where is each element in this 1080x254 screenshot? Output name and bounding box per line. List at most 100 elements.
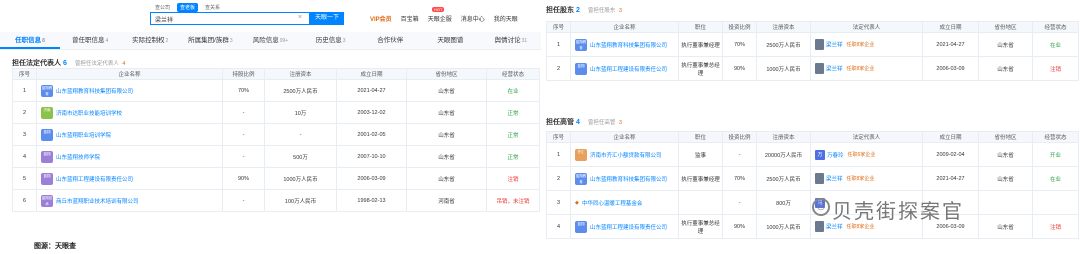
tab-item[interactable]: 任职信息8 — [0, 32, 61, 49]
status-badge: 在业 — [1032, 32, 1079, 57]
tab-count: 2 — [165, 38, 169, 44]
person-link[interactable]: 梁兰祥 — [826, 67, 843, 73]
founded-date: 2006-03-09 — [922, 56, 979, 81]
executive-title: 担任高管 4 曾担任高管 3 — [546, 119, 622, 126]
search-tabs: 查公司 查老板 查关系 — [152, 3, 223, 12]
search-tab[interactable]: 查关系 — [202, 3, 223, 12]
tab-count: 8 — [42, 38, 45, 44]
tab-item[interactable]: 历史信息3 — [301, 32, 361, 49]
company-cell: 蓝翔山东蓝翔工程建设有限责任公司 — [570, 214, 679, 239]
registered-capital: 10万 — [264, 101, 337, 124]
column-header: 注册资本 — [264, 68, 337, 80]
company-name-link[interactable]: 山东蓝翔教育科技集团有限公司 — [56, 89, 133, 95]
company-name-link[interactable]: 济南市达职业技能培训学校 — [56, 111, 122, 117]
vip-link[interactable]: VIP会员 — [370, 14, 392, 23]
column-header: 经营状态 — [1032, 21, 1079, 33]
invest-ratio: 70% — [722, 32, 757, 57]
tab-item[interactable]: 天眼图谱 — [421, 32, 481, 49]
founded-date: 2009-02-04 — [922, 142, 979, 167]
company-cell: ◆ 中华同心温暖工程基金会 — [570, 190, 679, 215]
company-logo: 济南 — [41, 106, 53, 119]
tab-item[interactable]: 实际控制权2 — [120, 32, 180, 49]
tab-item[interactable]: 风险信息99+ — [240, 32, 300, 49]
column-header: 成立日期 — [336, 68, 407, 80]
registered-capital: 2500万人民币 — [264, 79, 337, 102]
main-tabs: 任职信息8 曾任职信息4 实际控制权2 所属集团/族群3 风险信息99+ 历史信息3 合作伙… — [0, 32, 541, 50]
tab-item[interactable]: 合作伙伴 — [361, 32, 421, 49]
position: 执行董事兼经理 — [678, 166, 723, 191]
company-cell: 蓝翔技术 商丘市蓝翔职业技术培训有限公司 — [36, 189, 223, 212]
company-cell: 济南济南市达职业技能培训学校 — [36, 101, 223, 124]
founded-date: 2001-02-05 — [336, 123, 407, 146]
row-number: 3 — [12, 123, 37, 146]
table-row: 1 蓝翔教育 山东蓝翔教育科技集团有限公司 70% 2500万人民币 2021-04-27… — [12, 79, 540, 102]
column-header: 省份地区 — [978, 131, 1033, 143]
row-number: 4 — [12, 145, 37, 168]
nav-item-qifu[interactable]: 天眼企服 — [428, 14, 452, 23]
avatar — [815, 39, 824, 50]
clear-icon[interactable]: × — [298, 14, 302, 21]
status-badge: 注销 — [486, 167, 540, 190]
company-name-link[interactable]: 山东蓝翔工程建设有限责任公司 — [56, 177, 133, 183]
position-count-link[interactable]: 任职8家企业 — [847, 42, 875, 48]
nav-item-my-tianyan[interactable]: 我的天眼 — [494, 14, 518, 23]
column-header: 成立日期 — [922, 131, 979, 143]
search-input[interactable]: 梁兰祥 — [150, 12, 310, 25]
status-badge: 在业 — [1032, 166, 1079, 191]
person-link[interactable]: 万春玲 — [827, 153, 844, 159]
former-shareholder-link[interactable]: 曾担任股东 3 — [588, 8, 622, 14]
position-count-link[interactable]: 任职6家企业 — [848, 152, 876, 158]
company-logo: 蓝翔 — [41, 128, 53, 141]
search-button[interactable]: 天眼一下 — [310, 12, 344, 25]
position-count-link[interactable]: 任职8家企业 — [847, 224, 875, 230]
company-logo: 蓝翔教育 — [575, 172, 587, 185]
company-logo: 蓝翔 — [575, 220, 587, 233]
table-row: 2 蓝翔教育 山东蓝翔教育科技集团有限公司 执行董事兼经理 70% 2500万人民币 梁兰祥… — [546, 166, 1079, 191]
nav-item-messages[interactable]: 消息中心 — [461, 14, 485, 23]
former-legal-rep-link[interactable]: 曾担任法定代表人 4 — [75, 61, 126, 67]
company-name-link[interactable]: 山东蓝翔教育科技集团有限公司 — [590, 43, 667, 49]
search-tab[interactable]: 查公司 — [152, 3, 173, 12]
company-name-link[interactable]: 山东蓝翔职业培训学院 — [56, 133, 111, 139]
person-link[interactable]: 梁兰祥 — [826, 225, 843, 231]
share-ratio: - — [222, 189, 265, 212]
nav-item-baibaoxiang[interactable]: 百宝箱 — [401, 14, 419, 23]
tab-label: 风险信息 — [252, 37, 279, 44]
registered-capital: 20000万人民币 — [756, 142, 811, 167]
table-row: 4 蓝翔山东蓝翔工程建设有限责任公司 执行董事兼总经理 90% 1000万人民币 梁兰祥任… — [546, 214, 1079, 239]
legal-rep-table: 序号 企业名称 持股比例 注册资本 成立日期 省份地区 经营状态 1 蓝翔教育 山东蓝翔教育科技… — [12, 68, 540, 212]
company-logo: 蓝翔 — [41, 172, 53, 185]
table-row: 4 蓝翔山东蓝翔技师学院 -500万 2007-10-10 山东省 正常 — [12, 145, 540, 168]
person-link[interactable]: 梁兰祥 — [826, 43, 843, 49]
former-executive-link[interactable]: 曾担任高管 3 — [588, 120, 622, 126]
share-ratio: - — [222, 123, 265, 146]
column-header: 投资比例 — [722, 21, 757, 33]
avatar: 万 — [815, 149, 825, 160]
region: 山东省 — [406, 167, 487, 190]
company-name-link[interactable]: 中华同心温暖工程基金会 — [582, 201, 643, 207]
founded-date: 2006-03-09 — [336, 167, 407, 190]
invest-ratio: 70% — [722, 166, 757, 191]
tab-count: 4 — [105, 38, 109, 44]
company-name-link[interactable]: 商丘市蓝翔职业技术培训有限公司 — [56, 199, 139, 205]
legal-rep-cell: 梁兰祥 任职8家企业 — [810, 166, 923, 191]
column-header: 成立日期 — [922, 21, 979, 33]
company-name-link[interactable]: 山东蓝翔教育科技集团有限公司 — [590, 177, 667, 183]
company-name-link[interactable]: 济南市齐汇小额贷款有限公司 — [590, 153, 662, 159]
company-name-link[interactable]: 山东蓝翔技师学院 — [56, 155, 100, 161]
tab-item[interactable]: 所属集团/族群3 — [180, 32, 240, 49]
position-count-link[interactable]: 任职8家企业 — [847, 66, 875, 72]
person-link[interactable]: 梁兰祥 — [826, 177, 843, 183]
table-row: 2 蓝翔山东蓝翔工程建设有限责任公司 执行董事兼总经理 90% 1000万人民币 梁兰祥任… — [546, 56, 1079, 81]
status-badge: 吊销，未注销 — [486, 189, 540, 212]
search-tab[interactable]: 查老板 — [177, 3, 199, 12]
position-count-link[interactable]: 任职8家企业 — [847, 176, 875, 182]
watermark: 贝壳街探案官 — [832, 199, 964, 223]
tab-item[interactable]: 曾任职信息4 — [60, 32, 120, 49]
company-cell: 齐汇济南市齐汇小额贷款有限公司 — [570, 142, 679, 167]
tab-item[interactable]: 舆情讨论31 — [481, 32, 541, 49]
company-name-link[interactable]: 山东蓝翔工程建设有限责任公司 — [590, 67, 667, 73]
row-number: 3 — [546, 190, 571, 215]
row-number: 1 — [546, 142, 571, 167]
company-name-link[interactable]: 山东蓝翔工程建设有限责任公司 — [590, 225, 667, 231]
